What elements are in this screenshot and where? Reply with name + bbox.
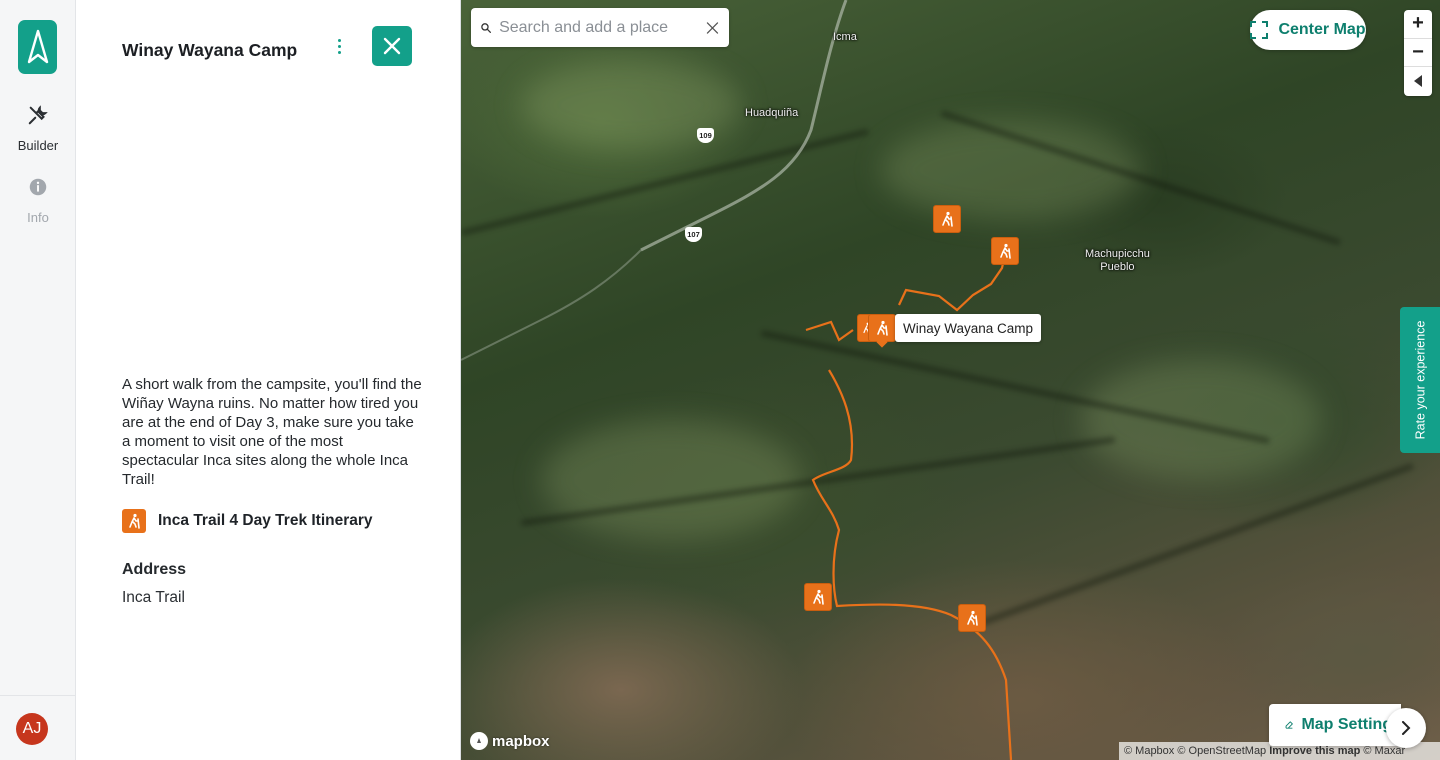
left-rail: Builder Info AJ [0,0,76,760]
tools-icon [28,105,48,125]
place-description: A short walk from the campsite, you'll f… [122,376,422,488]
itinerary-link[interactable]: Inca Trail 4 Day Trek Itinerary [122,509,373,533]
place-detail-panel: Winay Wayana Camp A short walk from the … [76,0,461,760]
next-arrow-button[interactable] [1386,708,1426,748]
trail-overlay [461,0,1013,760]
mapbox-logo[interactable]: mapbox [470,732,550,750]
hiker-icon [813,589,824,605]
map-settings-button[interactable]: Map Settings [1269,704,1401,746]
hiker-icon [942,211,953,227]
rate-experience-tab[interactable]: Rate your experience [1400,307,1440,453]
compass-icon [1414,75,1422,88]
user-avatar[interactable]: AJ [16,713,48,745]
attribution-improve[interactable]: Improve this map [1269,745,1360,757]
place-label-machupicchu-line1: Machupicchu [1085,248,1150,260]
panel-title: Winay Wayana Camp [122,40,298,60]
mapbox-logo-text: mapbox [492,732,550,750]
zoom-controls: + − [1404,10,1432,96]
place-search [471,8,729,47]
search-input[interactable] [499,18,707,37]
rail-footer: AJ [0,695,76,760]
clear-search-icon[interactable] [706,19,719,37]
center-map-label: Center Map [1278,21,1366,38]
close-icon [383,37,401,55]
trail-marker[interactable] [991,237,1019,265]
address-heading: Address [122,561,187,578]
attribution-mapbox[interactable]: © Mapbox [1124,745,1174,757]
close-panel-button[interactable] [372,26,412,66]
road-shield-109: 109 [697,128,714,143]
trail-marker[interactable] [804,583,832,611]
marker-tooltip: Winay Wayana Camp [895,314,1042,342]
edit-icon [1285,721,1293,729]
road-shield-107: 107 [685,227,702,242]
rate-experience-label: Rate your experience [1413,320,1428,440]
rail-info-label: Info [27,210,49,225]
rail-builder-label: Builder [17,138,59,153]
place-label-machupicchu: Machupicchu Pueblo [1085,248,1150,274]
trail-marker[interactable] [933,205,961,233]
info-icon [29,178,47,196]
rail-info[interactable]: Info [0,176,76,225]
place-label-icma: Icma [833,31,857,43]
logo-arrow-icon [27,29,48,64]
more-options-icon[interactable] [331,36,347,56]
mapbox-logo-icon [470,732,488,750]
hiker-icon [122,509,146,533]
center-map-button[interactable]: Center Map [1250,10,1366,50]
zoom-out-button[interactable]: − [1404,39,1432,68]
map-canvas[interactable]: Icma Huadquiña Machupicchu Pueblo 109 10… [461,0,1440,760]
search-icon [481,22,491,33]
trail-marker[interactable] [958,604,986,632]
hiker-icon [877,320,888,336]
app-logo[interactable] [18,20,57,74]
attribution-osm[interactable]: © OpenStreetMap [1177,745,1266,757]
address-value: Inca Trail [122,589,185,606]
rail-builder[interactable]: Builder [0,104,76,153]
itinerary-label: Inca Trail 4 Day Trek Itinerary [158,512,373,529]
hiker-icon [1000,243,1011,259]
zoom-in-button[interactable]: + [1404,10,1432,39]
place-label-huadquina: Huadquiña [745,107,799,119]
fullscreen-icon [1250,21,1269,39]
place-label-machupicchu-line2: Pueblo [1100,261,1135,273]
chevron-right-icon [1402,721,1411,735]
hiker-icon [967,610,978,626]
compass-button[interactable] [1404,67,1432,96]
